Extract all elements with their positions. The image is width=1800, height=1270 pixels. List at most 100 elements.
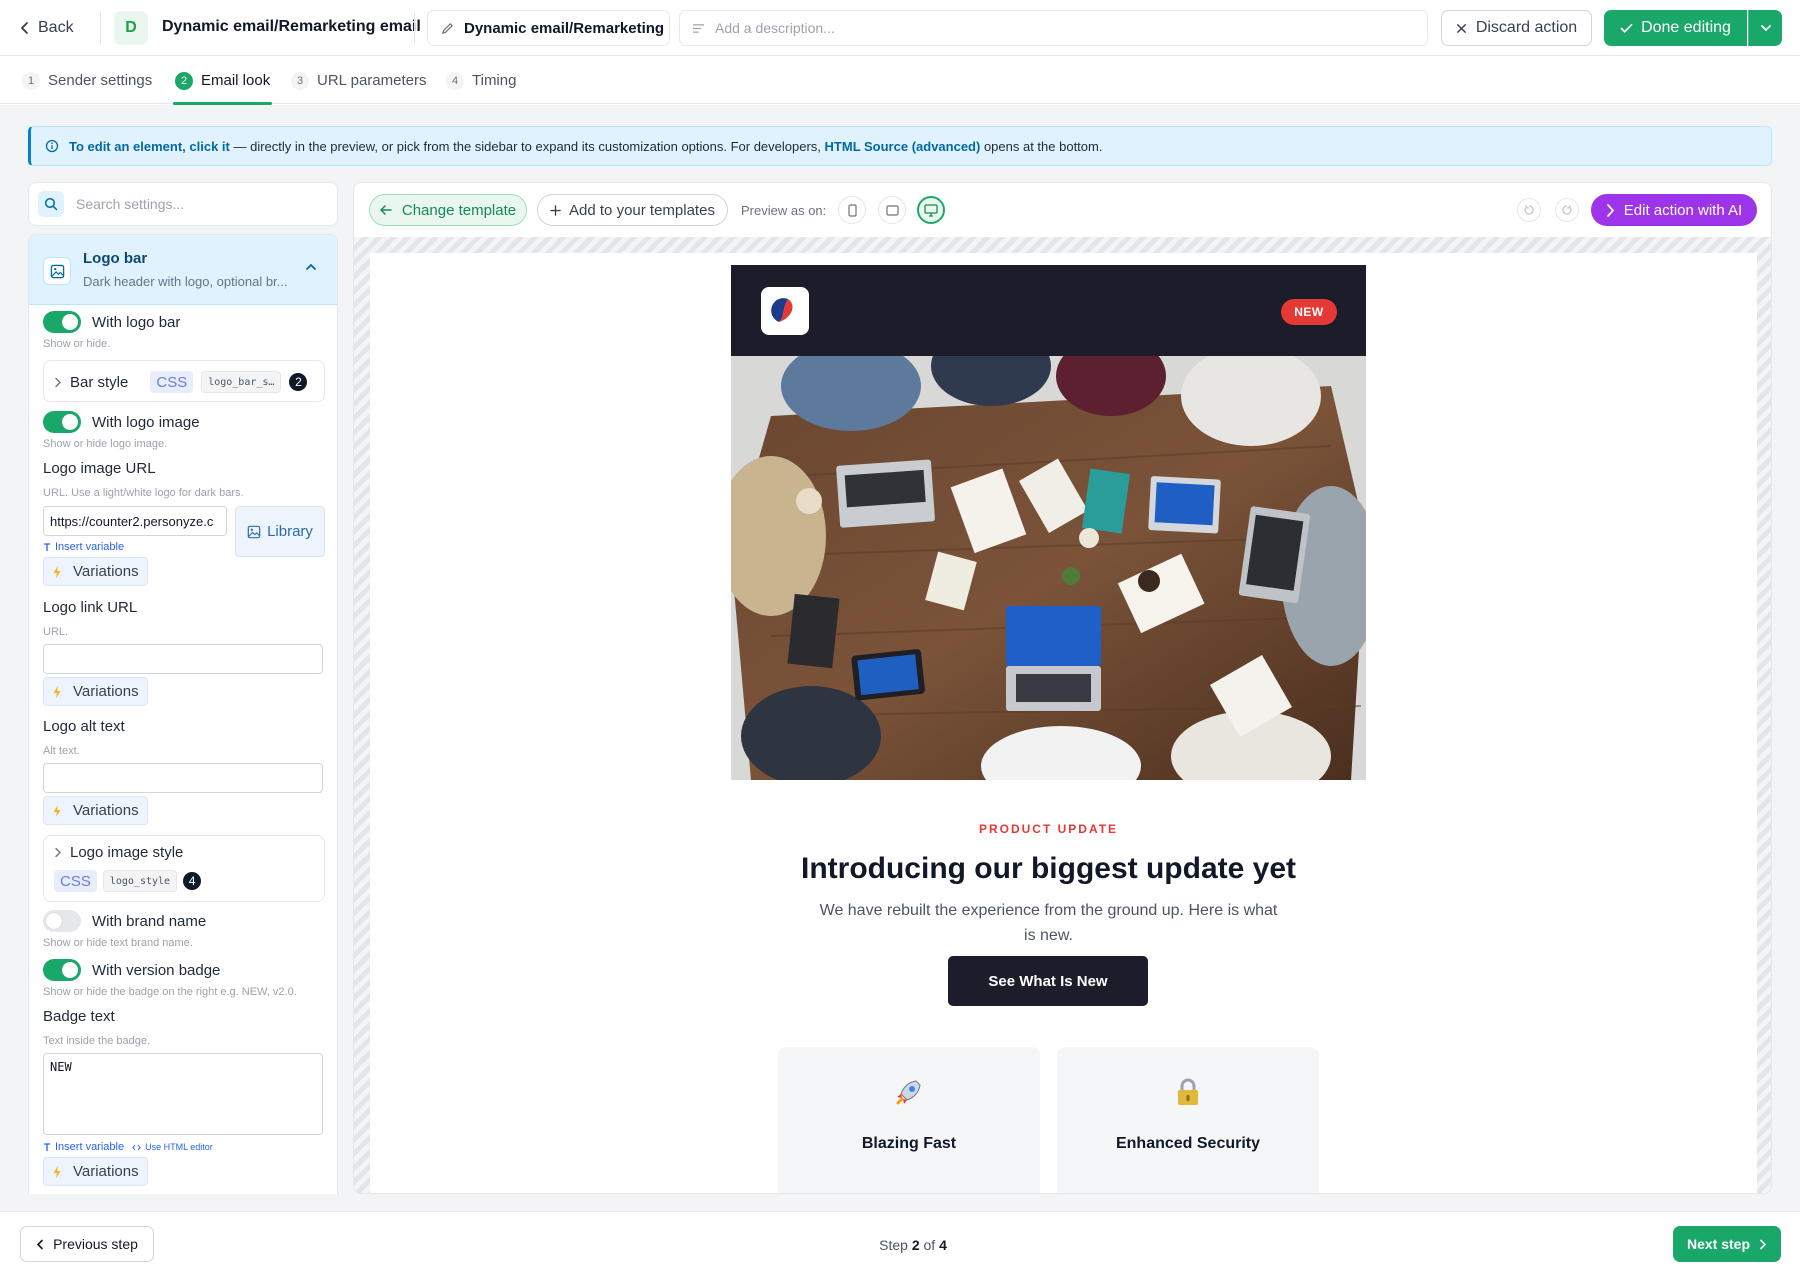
tab-label: Timing [472,72,517,89]
info-strong: To edit an element, click it [69,138,230,154]
step-indicator: Step 2 of 4 [0,1237,1800,1253]
email-version-badge[interactable]: NEW [1281,299,1337,325]
email-logo-bar[interactable]: NEW [731,265,1366,356]
chevron-right-icon [1759,1239,1767,1250]
bar-style-card[interactable]: Bar style CSS logo_bar_s… 2 [43,360,325,402]
html-editor-link[interactable]: Use HTML editor [132,1142,213,1152]
variations-label: Variations [73,802,139,819]
preview-desktop-button[interactable] [917,196,945,224]
feature-card[interactable]: Blazing Fast [778,1047,1040,1193]
discard-action-button[interactable]: Discard action [1441,10,1592,46]
chevron-right-icon [54,847,62,858]
logo-image-url-input[interactable]: https://counter2.personyze.c [43,506,227,536]
badge-text-hint: Text inside the badge. [43,1035,151,1047]
tab-email-look[interactable]: 2 Email look [172,57,273,105]
content-area: To edit an element, click it — directly … [0,105,1800,1211]
variations-label: Variations [73,683,139,700]
step-current: 2 [911,1237,920,1253]
redo-button[interactable] [1555,198,1579,222]
step-footer: Previous step Step 2 of 4 Next step [0,1211,1800,1270]
preview-as-label: Preview as on: [741,203,827,218]
logo-image-url-hint: URL. Use a light/white logo for dark bar… [43,487,244,499]
email-eyebrow[interactable]: PRODUCT UPDATE [731,822,1366,836]
email-hero-image[interactable] [731,356,1366,780]
divider [100,12,101,44]
tab-number: 1 [22,71,40,90]
chevron-up-icon[interactable] [305,263,317,271]
tab-sender-settings[interactable]: 1 Sender settings [22,57,152,104]
info-text: To edit an element, click it — directly … [69,139,1102,154]
text-variable-icon [43,542,51,552]
email-logo[interactable] [761,287,809,335]
variations-label: Variations [73,1163,139,1180]
lightning-icon [52,685,62,699]
arrow-left-icon [379,205,392,215]
done-label: Done editing [1641,19,1731,36]
description-input[interactable] [715,20,1405,36]
change-template-button[interactable]: Change template [369,194,527,226]
email-body-text[interactable]: We have rebuilt the experience from the … [818,898,1279,948]
variations-button[interactable]: Variations [43,1157,148,1186]
with-logo-image-toggle[interactable] [43,411,81,433]
logo-link-url-input[interactable] [43,644,323,674]
feature-card[interactable]: Enhanced Security [1057,1047,1319,1193]
preview-toolbar: Change template Add to your templates Pr… [354,183,1771,237]
image-icon [247,525,261,539]
logo-image-style-card[interactable]: Logo image style CSS logo_style 4 [43,835,325,902]
action-name-field[interactable]: Dynamic email/Remarketing [427,10,670,46]
badge-text-input[interactable]: NEW [43,1053,323,1135]
next-step-button[interactable]: Next step [1673,1226,1781,1262]
chevron-right-icon [54,377,62,388]
lock-icon [1057,1077,1319,1107]
with-logo-image-label: With logo image [92,413,200,431]
step-total: 4 [939,1237,947,1253]
edit-with-ai-button[interactable]: Edit action with AI [1591,194,1757,226]
with-logo-bar-toggle[interactable] [43,311,81,333]
rule-count-badge: 4 [183,872,202,890]
next-step-label: Next step [1686,1236,1751,1252]
email-headline[interactable]: Introducing our biggest update yet [731,852,1366,886]
add-to-templates-button[interactable]: Add to your templates [537,194,728,226]
settings-search[interactable] [28,182,338,226]
css-badge: CSS [150,371,194,393]
back-button[interactable]: Back [20,14,74,42]
insert-variable-label: Insert variable [55,1141,125,1153]
tab-url-parameters[interactable]: 3 URL parameters [291,57,426,104]
library-button[interactable]: Library [235,506,325,557]
settings-search-input[interactable] [76,196,316,212]
variations-button[interactable]: Variations [43,796,148,825]
plus-icon [550,204,561,216]
variations-button[interactable]: Variations [43,677,148,706]
with-logo-bar-hint: Show or hide. [43,338,111,350]
with-brand-name-row: With brand name [43,910,206,932]
logo-alt-text-hint: Alt text. [43,745,80,757]
insert-variable-link[interactable]: Insert variable [43,1141,124,1153]
settings-sidebar: Logo bar Dark header with logo, optional… [28,182,338,1194]
variations-button[interactable]: Variations [43,557,148,586]
top-bar: Back D Dynamic email/Remarketing email D… [0,0,1800,56]
tab-timing[interactable]: 4 Timing [446,57,516,104]
with-brand-name-toggle[interactable] [43,910,81,932]
email-cta-button[interactable]: See What Is New [948,956,1148,1006]
preview-mobile-button[interactable] [838,196,866,224]
insert-variable-link[interactable]: Insert variable [43,541,124,553]
with-logo-bar-label: With logo bar [92,313,181,331]
done-options-dropdown[interactable] [1748,10,1782,46]
html-source-link[interactable]: HTML Source (advanced) [825,139,981,154]
lightning-icon [52,565,62,579]
info-banner: To edit an element, click it — directly … [28,126,1772,166]
action-title: Dynamic email/Remarketing email [162,18,421,35]
chevron-left-icon [20,21,30,35]
done-editing-button[interactable]: Done editing [1604,10,1747,46]
feature-title: Blazing Fast [861,1135,957,1152]
edit-ai-label: Edit action with AI [1623,201,1743,219]
logo-link-url-hint: URL. [43,626,69,638]
rocket-icon [778,1077,1040,1107]
logo-bar-section-header[interactable]: Logo bar Dark header with logo, optional… [29,235,337,305]
info-body: — directly in the preview, or pick from … [229,138,825,154]
logo-alt-text-input[interactable] [43,763,323,793]
description-field[interactable] [679,10,1428,46]
undo-button[interactable] [1517,198,1541,222]
preview-tablet-button[interactable] [878,196,906,224]
with-version-badge-toggle[interactable] [43,959,81,981]
